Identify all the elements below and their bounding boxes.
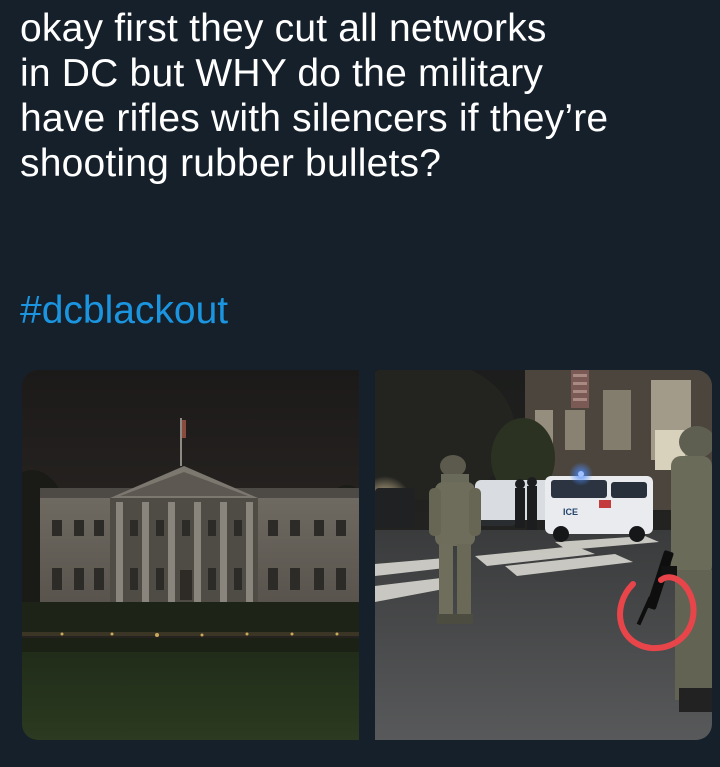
photo-white-house[interactable] [22,370,359,740]
photo-soldiers[interactable]: ICE [375,370,712,740]
tweet-text: okay first they cut all networks in DC b… [20,6,710,186]
white-house-image [22,370,359,740]
tweet-text-line-4: shooting rubber bullets? [20,142,442,185]
media-grid: ICE [22,370,712,740]
tweet-text-line-2: in DC but WHY do the military [20,52,544,95]
tweet-text-line-1: okay first they cut all networks [20,7,547,50]
vehicle-text: ICE [563,507,578,517]
soldiers-image: ICE [375,370,712,740]
hashtag-link[interactable]: #dcblackout [20,288,228,333]
tweet-text-line-3: have rifles with silencers if they’re [20,97,609,140]
